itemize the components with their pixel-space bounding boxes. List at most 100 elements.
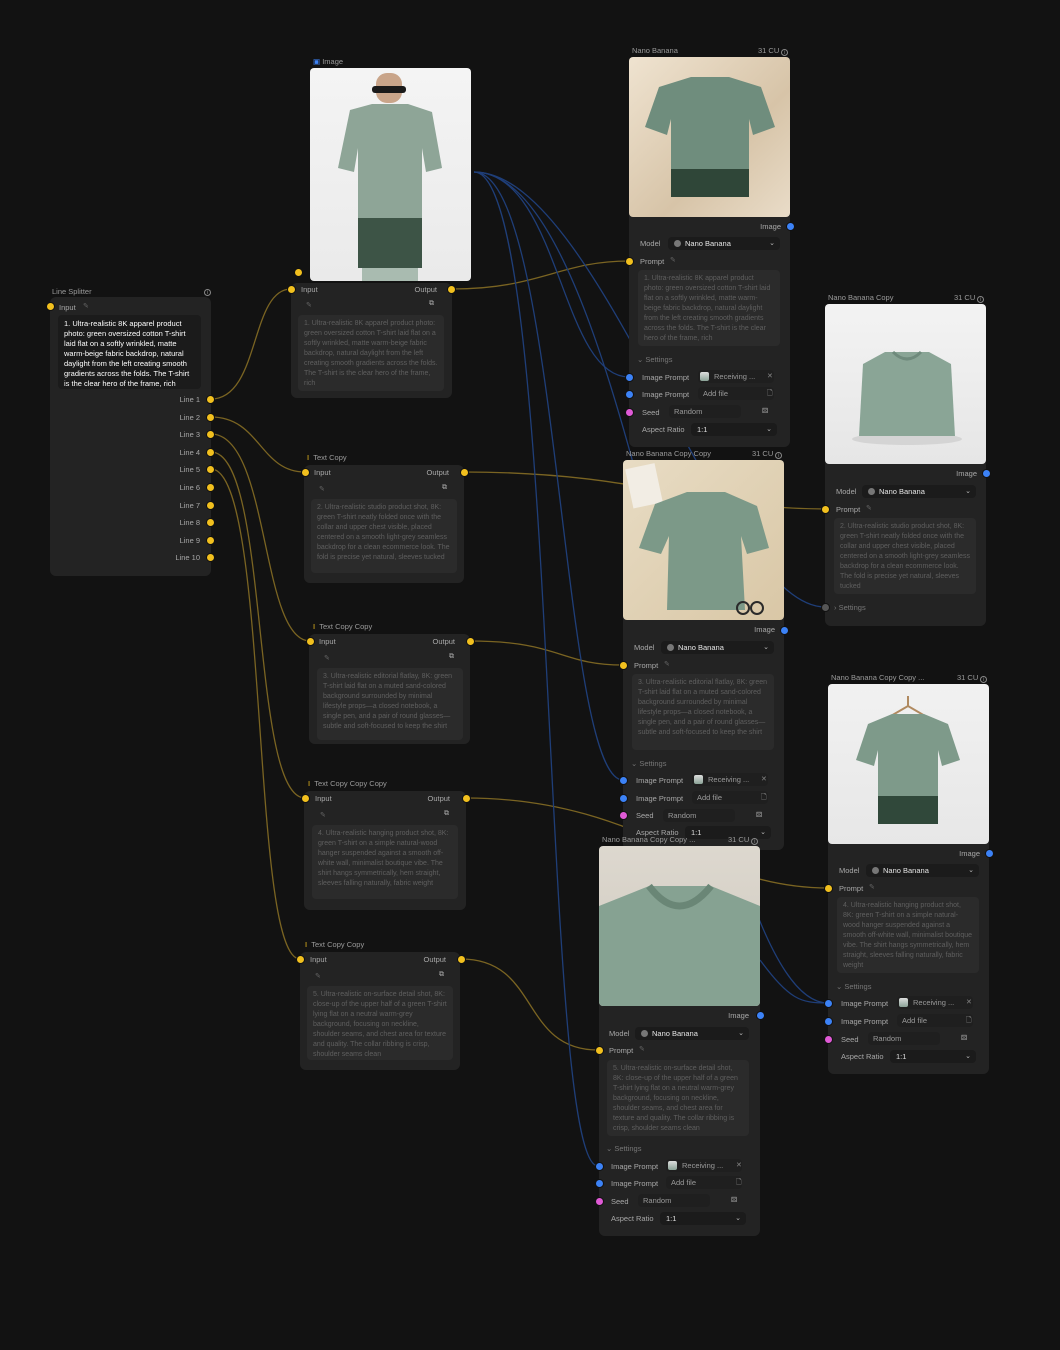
close-icon[interactable]: ✕ bbox=[767, 372, 773, 380]
seed-field[interactable]: Random bbox=[663, 809, 735, 822]
pencil-icon[interactable]: ✎ bbox=[639, 1045, 645, 1053]
gen3-image-prompt-port[interactable] bbox=[619, 776, 628, 785]
add-file-field[interactable]: Add file bbox=[698, 387, 774, 400]
pencil-icon[interactable]: ✎ bbox=[664, 660, 670, 668]
line-splitter-input-port[interactable] bbox=[46, 302, 55, 311]
gen3-prompt-port[interactable] bbox=[619, 661, 628, 670]
gen1-image-prompt-port[interactable] bbox=[625, 373, 634, 382]
model-photo[interactable] bbox=[310, 68, 471, 281]
settings-toggle[interactable]: ⌄ Settings bbox=[631, 759, 666, 768]
text-copy-input-port[interactable] bbox=[301, 468, 310, 477]
receiving-chip[interactable]: Receiving ... bbox=[897, 996, 973, 1009]
aspect-ratio-select[interactable]: 1:1 ⌄ bbox=[660, 1212, 746, 1225]
gen4-prompt-port[interactable] bbox=[824, 884, 833, 893]
text-content[interactable]: 5. Ultra-realistic on-surface detail sho… bbox=[307, 986, 453, 1060]
gen5-output-port[interactable] bbox=[756, 1011, 765, 1020]
close-icon[interactable]: ✕ bbox=[736, 1161, 742, 1169]
gen1-prompt-port[interactable] bbox=[625, 257, 634, 266]
gen4-image-prompt-port[interactable] bbox=[824, 999, 833, 1008]
gen2-settings-port[interactable] bbox=[821, 603, 830, 612]
gen5-output-image[interactable] bbox=[599, 846, 760, 1006]
gen1-seed-port[interactable] bbox=[625, 408, 634, 417]
model-select[interactable]: Nano Banana ⌄ bbox=[866, 864, 979, 877]
gen2-prompt-port[interactable] bbox=[821, 505, 830, 514]
add-file-field[interactable]: Add file bbox=[692, 791, 768, 804]
gen3-node[interactable]: Image Model Nano Banana ⌄ Prompt ✎ 3. Ult… bbox=[623, 460, 784, 850]
gen4-output-port[interactable] bbox=[985, 849, 994, 858]
pencil-icon[interactable]: ✎ bbox=[670, 256, 676, 264]
text-copy-output-port[interactable] bbox=[460, 468, 469, 477]
text-copy-copy-node[interactable]: Input Output ✎ ⧉ 3. Ultra-realistic edit… bbox=[309, 634, 470, 744]
text-content[interactable]: 1. Ultra-realistic 8K apparel product ph… bbox=[298, 315, 444, 391]
receiving-chip[interactable]: Receiving ... bbox=[698, 370, 774, 383]
gen3-output-port[interactable] bbox=[780, 626, 789, 635]
gen4-image-prompt-port-2[interactable] bbox=[824, 1017, 833, 1026]
text-copy-copy-output-port[interactable] bbox=[466, 637, 475, 646]
settings-toggle[interactable]: › Settings bbox=[834, 603, 866, 612]
line-splitter-node[interactable]: Input ✎ 1. Ultra-realistic 8K apparel pr… bbox=[50, 297, 211, 576]
gen4-node[interactable]: Image Model Nano Banana ⌄ Prompt ✎ 4. Ult… bbox=[828, 684, 989, 1074]
line-5-port[interactable] bbox=[206, 465, 215, 474]
pencil-icon[interactable]: ✎ bbox=[315, 972, 321, 980]
seed-field[interactable]: Random bbox=[868, 1032, 940, 1045]
copy-icon[interactable]: ⧉ bbox=[439, 971, 444, 979]
gen2-output-image[interactable] bbox=[825, 304, 986, 464]
dice-icon[interactable]: ⚄ bbox=[762, 407, 768, 415]
gen5-image-prompt-port[interactable] bbox=[595, 1162, 604, 1171]
text-copy-copy-input-port[interactable] bbox=[306, 637, 315, 646]
pencil-icon[interactable]: ✎ bbox=[320, 811, 326, 819]
line-splitter-text[interactable]: 1. Ultra-realistic 8K apparel product ph… bbox=[58, 315, 201, 389]
dice-icon[interactable]: ⚄ bbox=[756, 811, 762, 819]
seed-field[interactable]: Random bbox=[669, 405, 741, 418]
pencil-icon[interactable]: ✎ bbox=[306, 301, 312, 309]
gen5-image-prompt-port-2[interactable] bbox=[595, 1179, 604, 1188]
text-copy-copy-5-input-port[interactable] bbox=[296, 955, 305, 964]
line-4-port[interactable] bbox=[206, 448, 215, 457]
receiving-chip[interactable]: Receiving ... bbox=[666, 1159, 742, 1172]
line-7-port[interactable] bbox=[206, 501, 215, 510]
line-9-port[interactable] bbox=[206, 536, 215, 545]
add-file-field[interactable]: Add file bbox=[666, 1176, 742, 1189]
file-icon[interactable]: 🗋 bbox=[966, 1016, 972, 1027]
prompt-text[interactable]: 1. Ultra-realistic 8K apparel product ph… bbox=[638, 270, 780, 346]
text-copy-copy-5-node[interactable]: Input Output ✎ ⧉ 5. Ultra-realistic on-s… bbox=[300, 952, 460, 1070]
gen3-output-image[interactable] bbox=[623, 460, 784, 620]
text-copy-copy-copy-input-port[interactable] bbox=[301, 794, 310, 803]
gen1-output-port[interactable] bbox=[786, 222, 795, 231]
copy-icon[interactable]: ⧉ bbox=[444, 810, 449, 818]
pencil-icon[interactable]: ✎ bbox=[866, 504, 872, 512]
text-copy-copy-5-output-port[interactable] bbox=[457, 955, 466, 964]
copy-icon[interactable]: ⧉ bbox=[442, 484, 447, 492]
gen2-output-port[interactable] bbox=[982, 469, 991, 478]
settings-toggle[interactable]: ⌄ Settings bbox=[637, 355, 672, 364]
text-copy-node[interactable]: Input Output ✎ ⧉ 2. Ultra-realistic stud… bbox=[304, 465, 464, 583]
close-icon[interactable]: ✕ bbox=[761, 775, 767, 783]
text-copy-copy-copy-node[interactable]: Input Output ✎ ⧉ 4. Ultra-realistic hang… bbox=[304, 791, 466, 910]
model-select[interactable]: Nano Banana ⌄ bbox=[862, 485, 976, 498]
gen5-prompt-port[interactable] bbox=[595, 1046, 604, 1055]
line-6-port[interactable] bbox=[206, 483, 215, 492]
file-icon[interactable]: 🗋 bbox=[767, 389, 773, 400]
line-3-port[interactable] bbox=[206, 430, 215, 439]
gen4-output-image[interactable] bbox=[828, 684, 989, 844]
line-2-port[interactable] bbox=[206, 413, 215, 422]
image-node-input-port[interactable] bbox=[287, 285, 296, 294]
aspect-ratio-select[interactable]: 1:1 ⌄ bbox=[890, 1050, 976, 1063]
gen1-image-prompt-port-2[interactable] bbox=[625, 390, 634, 399]
gen4-seed-port[interactable] bbox=[824, 1035, 833, 1044]
pencil-icon[interactable]: ✎ bbox=[319, 485, 325, 493]
text-content[interactable]: 3. Ultra-realistic editorial flatlay, 8K… bbox=[317, 668, 463, 740]
gen3-seed-port[interactable] bbox=[619, 811, 628, 820]
gen3-image-prompt-port-2[interactable] bbox=[619, 794, 628, 803]
add-file-field[interactable]: Add file bbox=[897, 1014, 973, 1027]
image-text-node[interactable]: Input Output ✎ ⧉ 1. Ultra-realistic 8K a… bbox=[291, 283, 452, 398]
copy-icon[interactable]: ⧉ bbox=[449, 653, 454, 661]
file-icon[interactable]: 🗋 bbox=[736, 1178, 742, 1189]
copy-icon[interactable]: ⧉ bbox=[429, 300, 434, 308]
line-8-port[interactable] bbox=[206, 518, 215, 527]
model-select[interactable]: Nano Banana ⌄ bbox=[668, 237, 780, 250]
line-1-port[interactable] bbox=[206, 395, 215, 404]
gen5-seed-port[interactable] bbox=[595, 1197, 604, 1206]
text-copy-copy-copy-output-port[interactable] bbox=[462, 794, 471, 803]
pencil-icon[interactable]: ✎ bbox=[869, 883, 875, 891]
